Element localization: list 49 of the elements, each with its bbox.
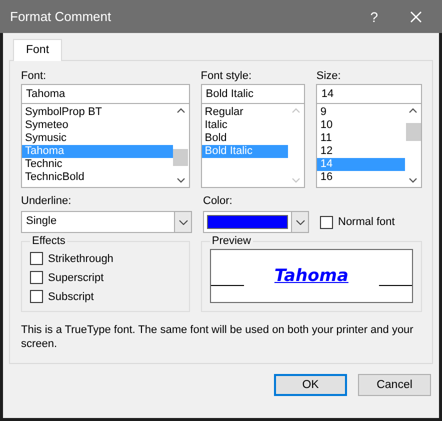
group-title: Preview xyxy=(210,235,252,247)
scroll-thumb[interactable] xyxy=(406,123,420,141)
checkbox[interactable] xyxy=(30,252,43,265)
ok-button[interactable]: OK xyxy=(274,374,347,396)
checkbox[interactable] xyxy=(320,216,333,228)
checkbox[interactable] xyxy=(30,290,43,303)
input-field[interactable]: Tahoma xyxy=(21,84,190,104)
checkbox-label: Subscript xyxy=(48,290,94,302)
field-label: Size: xyxy=(316,69,342,84)
close-icon[interactable] xyxy=(410,10,422,22)
field-label: Font: xyxy=(21,69,48,84)
scroll-down-icon[interactable] xyxy=(409,178,417,183)
cancel-button[interactable]: Cancel xyxy=(358,374,431,396)
list-item[interactable]: 10 xyxy=(317,119,405,132)
list-item[interactable]: Technic xyxy=(22,158,173,171)
preview-sample: Tahoma xyxy=(274,266,348,286)
list-item[interactable]: 9 xyxy=(317,106,405,119)
list-item[interactable]: Bold xyxy=(202,132,288,145)
underline-dropdown[interactable]: Single xyxy=(21,211,192,233)
scroll-thumb[interactable] xyxy=(173,149,188,166)
group-title: Effects xyxy=(31,235,66,247)
field-label: Underline: xyxy=(21,194,72,209)
color-dropdown[interactable] xyxy=(203,211,309,233)
list-item[interactable]: 16 xyxy=(317,171,405,184)
list-item[interactable]: Italic xyxy=(202,119,288,132)
chevron-icon xyxy=(296,220,304,224)
list-item[interactable]: Regular xyxy=(202,106,288,119)
checkbox-label: Strikethrough xyxy=(48,252,114,264)
checkbox-label: Normal font xyxy=(338,216,395,228)
list-item[interactable]: SymbolProp BT xyxy=(22,106,173,119)
help-button[interactable]: ? xyxy=(368,8,380,24)
scroll-up-icon[interactable] xyxy=(409,108,417,113)
window-title: Format Comment xyxy=(10,9,112,24)
field-label: Color: xyxy=(203,194,234,209)
font-note: This is a TrueType font. The same font will be used on both your printer and your screen. xyxy=(21,324,414,351)
chevron-icon xyxy=(178,220,188,224)
input-field[interactable]: 14 xyxy=(316,84,422,104)
list-item[interactable]: Symusic xyxy=(22,132,173,145)
list-item[interactable]: Symeteo xyxy=(22,119,173,132)
checkbox[interactable] xyxy=(30,271,43,284)
tab[interactable]: Font xyxy=(13,39,62,61)
scroll-up-icon[interactable] xyxy=(176,108,185,113)
list-item[interactable]: 11 xyxy=(317,132,405,145)
checkbox-label: Superscript xyxy=(48,272,104,284)
field-label: Font style: xyxy=(200,69,253,84)
input-field[interactable]: Bold Italic xyxy=(200,84,306,104)
list-item[interactable]: TechnicBold xyxy=(22,171,173,184)
scroll-down-icon[interactable] xyxy=(176,178,185,183)
list-item[interactable]: 12 xyxy=(317,145,405,158)
